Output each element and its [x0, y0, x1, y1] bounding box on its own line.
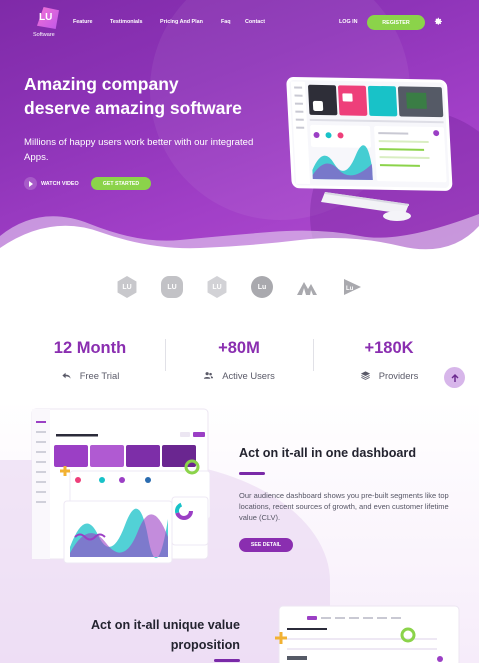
stat-value: 12 Month: [53, 339, 127, 357]
partner-logo: Lu: [341, 276, 363, 298]
stat-value: +80M: [218, 339, 260, 357]
value-proposition-illustration: [275, 605, 460, 663]
see-detail-button[interactable]: SEE DETAIL: [239, 538, 293, 552]
brand-name: Software: [33, 32, 55, 38]
stat-value: +180K: [364, 339, 414, 357]
hero-subtitle: Millions of happy users work better with…: [24, 137, 254, 163]
title-underline: [239, 472, 265, 475]
partner-logo: Lu: [251, 276, 273, 298]
nav-item-contact[interactable]: Contact: [245, 19, 265, 25]
mountain-logo-icon: [297, 282, 317, 295]
layers-icon: [360, 371, 370, 380]
login-link[interactable]: LOG IN: [339, 19, 358, 25]
partner-logo: LU: [206, 276, 228, 298]
arrow-up-icon: [451, 373, 458, 382]
stat-free-trial: 12 Month Free Trial: [20, 339, 160, 381]
top-navigation: LU Software Feature Testimonials Pricing…: [0, 0, 479, 44]
hero-title: Amazing company deserve amazing software: [24, 74, 242, 118]
marketing-dashboard-illustration: [31, 408, 210, 564]
lu-circle-logo-icon: LU: [161, 276, 183, 298]
partner-logo: LU: [161, 276, 183, 298]
stat-caption: Active Users: [222, 370, 275, 381]
partner-logo: [296, 276, 318, 298]
feature-two-title: Act on it-all unique value proposition: [90, 618, 240, 652]
lu-hex-logo-icon: LU: [117, 276, 137, 298]
scroll-to-top-button[interactable]: [444, 367, 465, 388]
feature-one-title: Act on it-all in one dashboard: [239, 446, 417, 460]
logo-mark-icon: LU: [37, 7, 59, 29]
lu-circle-logo-icon: Lu: [251, 276, 273, 298]
get-started-button[interactable]: GET STARTED: [91, 177, 151, 190]
stat-divider: [165, 339, 166, 371]
reply-arrow-icon: [62, 372, 71, 379]
nav-item-feature[interactable]: Feature: [73, 19, 92, 25]
nav-item-pricing[interactable]: Pricing And Plan: [160, 19, 203, 25]
stat-active-users: +80M Active Users: [169, 339, 309, 381]
svg-text:Lu: Lu: [346, 286, 354, 292]
users-icon: [204, 372, 214, 379]
hero-section: LU Software Feature Testimonials Pricing…: [0, 0, 479, 262]
title-underline: [214, 659, 240, 662]
gear-icon[interactable]: [434, 17, 443, 26]
play-icon: [24, 177, 37, 190]
register-button[interactable]: REGISTER: [367, 15, 425, 30]
partner-logos: LU LU LU Lu Lu: [0, 272, 479, 302]
brand-logo[interactable]: LU Software: [33, 7, 63, 41]
partner-logo: LU: [116, 276, 138, 298]
feature-one-description: Our audience dashboard shows you pre-bui…: [239, 491, 449, 522]
stat-caption: Free Trial: [79, 370, 120, 381]
watch-video-label: WATCH VIDEO: [41, 180, 79, 187]
watch-video-button[interactable]: WATCH VIDEO: [24, 177, 79, 190]
stat-providers: +180K Providers: [319, 339, 459, 381]
nav-item-faq[interactable]: Faq: [221, 19, 231, 25]
lu-play-logo-icon: Lu: [344, 279, 361, 295]
hero-wave-divider: [0, 214, 479, 262]
stat-caption: Providers: [378, 370, 419, 381]
lu-hex-logo-icon: LU: [207, 276, 227, 298]
nav-item-testimonials[interactable]: Testimonials: [110, 19, 143, 25]
stat-divider: [313, 339, 314, 371]
